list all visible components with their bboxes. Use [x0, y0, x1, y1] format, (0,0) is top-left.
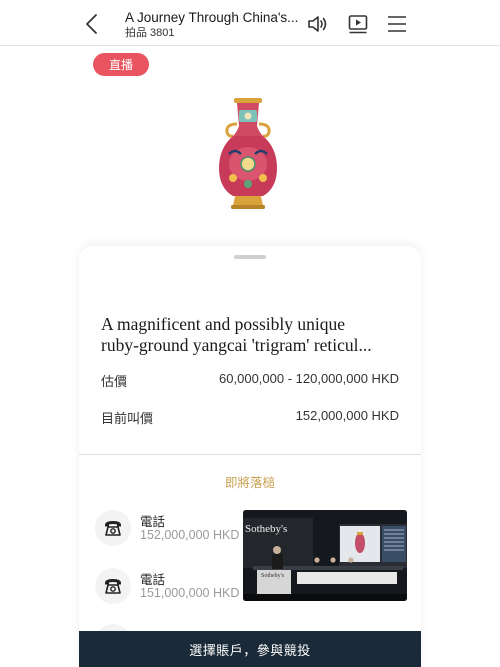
page-title: A Journey Through China's... [125, 10, 299, 25]
lot-title-line-1: A magnificent and possibly unique [101, 314, 345, 334]
back-button[interactable] [80, 12, 102, 36]
lot-image[interactable] [215, 98, 281, 210]
lot-title-line-2: ruby-ground yangcai 'trigram' reticul... [101, 335, 372, 355]
phone-icon-badge [95, 510, 131, 546]
lot-number: 拍品 3801 [125, 27, 175, 39]
hamburger-menu-icon [388, 16, 406, 32]
estimate-value: 60,000,000 - 120,000,000 HKD [219, 371, 399, 386]
podium-brand-label: Sotheby's [261, 573, 285, 579]
play-video-icon [348, 15, 368, 34]
video-brand-label: Sotheby's [245, 523, 288, 535]
video-toggle-button[interactable] [347, 13, 369, 35]
speaker-icon [308, 16, 327, 32]
telephone-icon [105, 579, 121, 594]
menu-button[interactable] [386, 13, 408, 35]
sound-button[interactable] [307, 13, 329, 35]
live-video-player[interactable]: Sotheby's Sotheby's [243, 510, 407, 601]
bid-amount: 152,000,000 HKD [140, 528, 240, 542]
estimate-label: 估價 [101, 374, 128, 389]
telephone-icon [105, 521, 121, 536]
current-bid-label: 目前叫價 [101, 411, 154, 426]
divider [79, 454, 421, 455]
phone-icon-badge [95, 568, 131, 604]
live-badge: 直播 [93, 53, 149, 76]
current-bid-value: 152,000,000 HKD [295, 408, 399, 423]
estimate-row: 估價 60,000,000 - 120,000,000 HKD [101, 371, 399, 390]
lot-details-sheet: A magnificent and possibly unique ruby-g… [79, 246, 421, 667]
lot-title[interactable]: A magnificent and possibly unique ruby-g… [101, 314, 401, 356]
top-bar: A Journey Through China's... 拍品 3801 [0, 0, 500, 46]
sheet-drag-handle[interactable] [234, 255, 266, 259]
current-bid-row: 目前叫價 152,000,000 HKD [101, 408, 399, 427]
closing-status: 即將落槌 [224, 476, 275, 490]
header-title-group: A Journey Through China's... 拍品 3801 [125, 10, 300, 40]
chevron-left-icon [86, 14, 97, 34]
lot-image-section: 直播 [79, 46, 421, 256]
select-account-bid-button[interactable]: 選擇賬戶，參與競投 [79, 631, 421, 667]
bid-amount: 151,000,000 HKD [140, 586, 240, 600]
